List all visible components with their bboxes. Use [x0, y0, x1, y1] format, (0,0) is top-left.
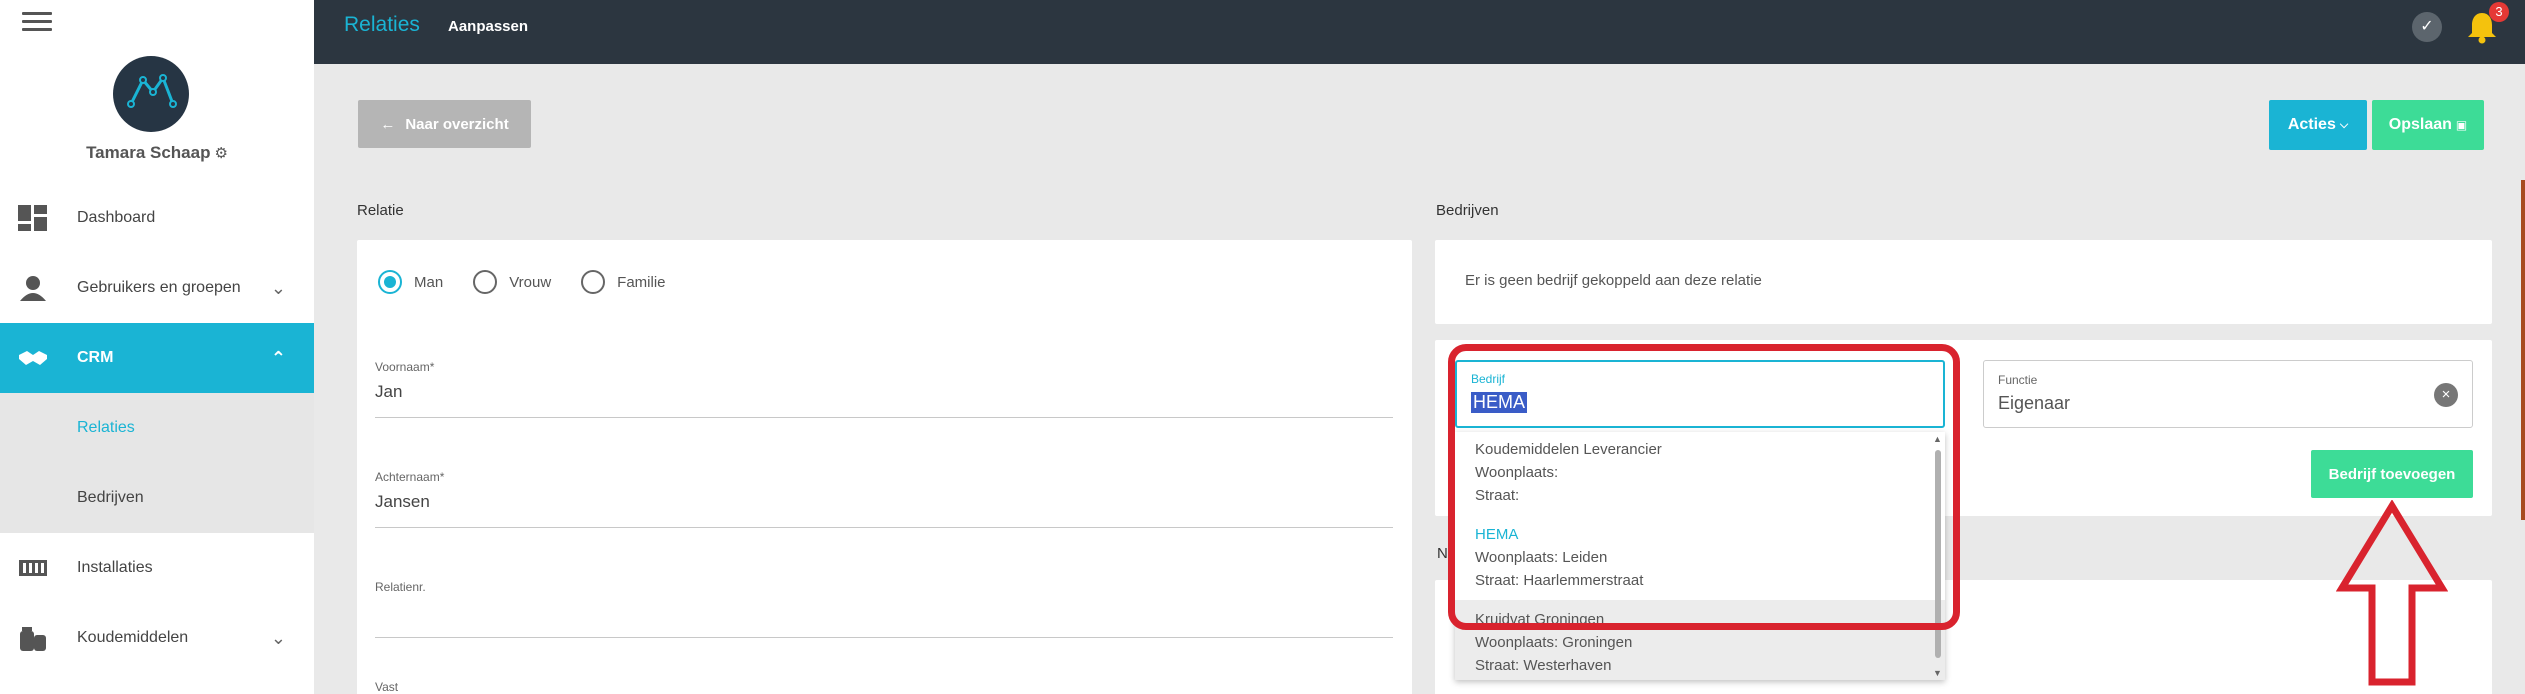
bedrijven-section-title: Bedrijven — [1436, 202, 1499, 219]
sidebar-item-koudemiddelen[interactable]: Koudemiddelen ⌄ — [0, 603, 314, 673]
sidebar-item-dashboard[interactable]: Dashboard — [0, 183, 314, 253]
sidebar-item-installaties[interactable]: Installaties — [0, 533, 314, 603]
gas-cylinder-icon — [20, 627, 46, 651]
topbar: Relaties Aanpassen ✓ 3 — [314, 0, 2525, 64]
sidebar-item-label: Relaties — [77, 419, 135, 436]
sidebar-item-label: Koudemiddelen — [77, 629, 189, 646]
chevron-up-icon: ⌃ — [270, 347, 286, 368]
hamburger-menu-icon[interactable] — [22, 12, 52, 32]
chevron-down-icon: ⌄ — [270, 277, 286, 298]
handshake-icon — [19, 351, 47, 365]
add-company-button[interactable]: Bedrijf toevoegen — [2311, 450, 2473, 498]
user-icon — [20, 276, 46, 301]
sidebar-item-bedrijven[interactable]: Bedrijven — [0, 463, 314, 533]
sidebar-item-label: Gebruikers en groepen — [77, 279, 241, 296]
sidebar-item-label: Dashboard — [77, 209, 156, 226]
annotation-up-arrow-icon — [2336, 500, 2448, 686]
floppy-disk-icon: ▣ — [2455, 118, 2468, 132]
sidebar-item-gebruikers[interactable]: Gebruikers en groepen ⌄ — [0, 253, 314, 323]
sidebar-item-relaties[interactable]: Relaties — [0, 393, 314, 463]
scroll-down-icon[interactable]: ▼ — [1933, 668, 1942, 678]
radio-vrouw[interactable] — [473, 270, 498, 294]
sidebar-item-label: CRM — [77, 349, 114, 366]
gear-icon[interactable]: ⚙ — [214, 145, 227, 162]
avatar[interactable] — [113, 56, 189, 132]
annotation-highlight-box — [1448, 344, 1960, 630]
vast-field-label: Vast — [375, 680, 399, 694]
relatienr-field[interactable]: Relatienr. — [375, 580, 1393, 638]
partial-section-heading: N — [1437, 545, 1448, 562]
achternaam-field[interactable]: Achternaam* Jansen — [375, 470, 1393, 528]
voornaam-field[interactable]: Voornaam* Jan — [375, 360, 1393, 418]
back-to-overview-button[interactable]: ← Naar overzicht — [358, 100, 531, 148]
save-button[interactable]: Opslaan ▣ — [2372, 100, 2484, 150]
installation-icon — [19, 560, 47, 576]
relatie-section-title: Relatie — [357, 202, 404, 219]
sidebar-nav: Dashboard Gebruikers en groepen ⌄ CRM ⌃ … — [0, 183, 314, 673]
user-name[interactable]: Tamara Schaap ⚙ — [0, 143, 314, 163]
radio-man[interactable] — [378, 270, 402, 294]
dashboard-icon — [18, 205, 47, 231]
notification-badge: 3 — [2489, 2, 2509, 22]
clear-icon[interactable]: × — [2434, 383, 2458, 407]
sidebar-item-label: Installaties — [77, 559, 153, 576]
radio-familie[interactable] — [581, 270, 606, 294]
no-company-message: Er is geen bedrijf gekoppeld aan deze re… — [1465, 272, 1762, 289]
page-subtitle: Aanpassen — [448, 18, 529, 35]
chevron-down-icon: ⌄ — [270, 627, 286, 648]
check-icon[interactable]: ✓ — [2412, 12, 2442, 42]
sidebar-item-label: Bedrijven — [77, 489, 144, 506]
mountain-logo-icon — [127, 74, 177, 108]
chevron-down-icon: ⌵ — [2339, 118, 2349, 131]
sidebar: Tamara Schaap ⚙ Dashboard Gebruikers en g… — [0, 0, 314, 694]
edge-strip — [2521, 180, 2525, 520]
functie-input[interactable]: Functie Eigenaar × — [1983, 360, 2473, 428]
page-title[interactable]: Relaties — [344, 13, 420, 37]
arrow-left-icon: ← — [380, 115, 396, 133]
gender-radio-group: Man Vrouw Familie — [378, 270, 696, 294]
actions-button[interactable]: Acties ⌵ — [2269, 100, 2367, 150]
sidebar-item-crm[interactable]: CRM ⌃ — [0, 323, 314, 393]
